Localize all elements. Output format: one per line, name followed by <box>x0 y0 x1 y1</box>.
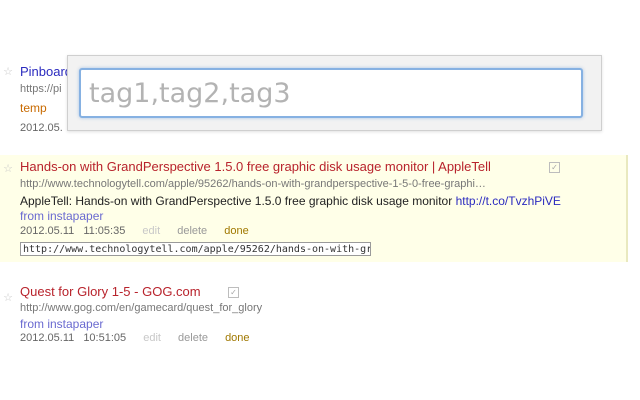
description-link[interactable]: http://t.co/TvzhPiVE <box>456 194 561 208</box>
star-icon[interactable]: ☆ <box>2 292 14 304</box>
tag-input[interactable] <box>79 68 583 118</box>
description-text: AppleTell: Hands-on with GrandPerspectiv… <box>20 194 456 208</box>
star-icon[interactable]: ☆ <box>2 163 14 175</box>
bookmark-title-link[interactable]: Hands-on with GrandPerspective 1.5.0 fre… <box>20 159 491 174</box>
done-link[interactable]: done <box>225 332 249 344</box>
bookmark-title-link[interactable]: Pinboard <box>20 64 72 79</box>
bookmark-url: http://www.technologytell.com/apple/9526… <box>20 178 486 190</box>
delete-link[interactable]: delete <box>177 225 207 237</box>
delete-link[interactable]: delete <box>178 332 208 344</box>
done-link[interactable]: done <box>224 225 248 237</box>
bookmark-time: 10:51:05 <box>83 332 127 344</box>
bookmark-description: AppleTell: Hands-on with GrandPerspectiv… <box>20 194 561 208</box>
bookmark-date: 2012.05.11 <box>20 332 75 344</box>
bookmark-title-link[interactable]: Quest for Glory 1-5 - GOG.com <box>20 284 201 299</box>
bookmark-source[interactable]: from instapaper <box>20 209 103 223</box>
bookmark-time: 11:05:35 <box>83 225 126 237</box>
bookmark-meta: 2012.05.11 11:05:35 edit delete done <box>20 225 249 237</box>
bookmark-tag[interactable]: temp <box>20 101 47 115</box>
bookmark-source[interactable]: from instapaper <box>20 317 103 331</box>
edit-link[interactable]: edit <box>142 225 160 237</box>
url-edit-field[interactable]: http://www.technologytell.com/apple/9526… <box>20 242 371 256</box>
bookmark-meta: 2012.05.11 10:51:05 edit delete done <box>20 332 250 344</box>
checkbox-icon[interactable]: ✓ <box>549 162 560 173</box>
checkbox-icon[interactable]: ✓ <box>228 287 239 298</box>
tag-popup <box>67 55 602 131</box>
bookmark-url: http://www.gog.com/en/gamecard/quest_for… <box>20 302 263 314</box>
bookmark-date: 2012.05.11 <box>20 225 75 237</box>
bookmark-date: 2012.05. <box>20 122 63 134</box>
star-icon[interactable]: ☆ <box>2 66 14 78</box>
edit-link[interactable]: edit <box>143 332 161 344</box>
